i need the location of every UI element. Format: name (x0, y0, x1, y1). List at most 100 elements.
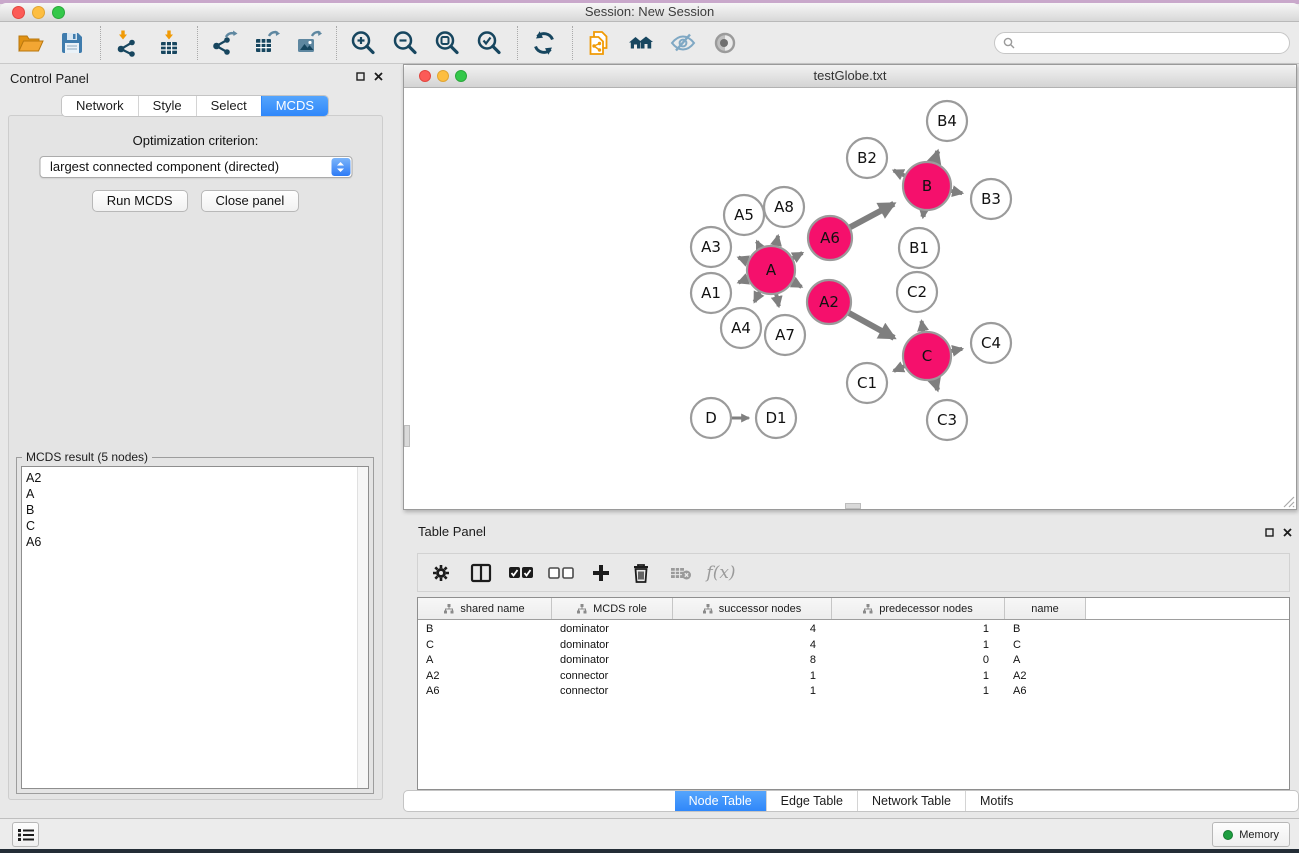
task-history-button[interactable] (12, 822, 39, 847)
cell-predecessor-nodes[interactable]: 1 (832, 638, 1005, 654)
cell-shared-name[interactable]: B (418, 622, 552, 638)
cell-mcds-role[interactable]: dominator (552, 653, 673, 669)
table-row[interactable]: Bdominator41B (418, 622, 1289, 638)
zoom-fit-button[interactable] (431, 27, 463, 59)
tab-network-table[interactable]: Network Table (857, 791, 965, 811)
network-minimize-button[interactable] (437, 70, 449, 82)
minimize-window-button[interactable] (32, 6, 45, 19)
cell-successor-nodes[interactable]: 4 (673, 638, 832, 654)
table-row[interactable]: Cdominator41C (418, 638, 1289, 654)
table-settings-button[interactable] (428, 560, 454, 586)
cell-predecessor-nodes[interactable]: 1 (832, 622, 1005, 638)
export-network-button[interactable] (208, 27, 240, 59)
list-icon (18, 828, 34, 842)
cell-name[interactable]: A2 (1005, 669, 1086, 685)
cell-predecessor-nodes[interactable]: 0 (832, 653, 1005, 669)
result-scrollbar[interactable] (357, 467, 368, 788)
close-panel-button[interactable]: Close panel (201, 190, 300, 212)
run-mcds-button[interactable]: Run MCDS (92, 190, 188, 212)
cell-predecessor-nodes[interactable]: 1 (832, 669, 1005, 685)
memory-button[interactable]: Memory (1212, 822, 1290, 847)
import-network-button[interactable] (111, 27, 143, 59)
column-header-predecessor-nodes[interactable]: predecessor nodes (832, 598, 1005, 619)
column-header-successor-nodes[interactable]: successor nodes (673, 598, 832, 619)
cell-mcds-role[interactable]: dominator (552, 622, 673, 638)
network-canvas[interactable]: AA1A2A3A4A5A6A7A8BB1B2B3B4CC1C2C3C4DD1 (404, 89, 1296, 509)
column-header-mcds-role[interactable]: MCDS role (552, 598, 673, 619)
column-header-shared-name[interactable]: shared name (418, 598, 552, 619)
zoom-selected-button[interactable] (473, 27, 505, 59)
clone-network-button[interactable] (583, 27, 615, 59)
cell-successor-nodes[interactable]: 1 (673, 684, 832, 700)
zoom-out-button[interactable] (389, 27, 421, 59)
toolbar-search[interactable] (994, 32, 1290, 54)
import-network-icon (113, 29, 141, 57)
search-input[interactable] (1020, 34, 1289, 52)
cell-shared-name[interactable]: A6 (418, 684, 552, 700)
table-row[interactable]: Adominator80A (418, 653, 1289, 669)
delete-column-button[interactable] (628, 560, 654, 586)
hide-selected-button[interactable] (667, 27, 699, 59)
cell-successor-nodes[interactable]: 8 (673, 653, 832, 669)
cell-shared-name[interactable]: C (418, 638, 552, 654)
cell-name[interactable]: A6 (1005, 684, 1086, 700)
open-session-button[interactable] (14, 27, 46, 59)
tab-mcds[interactable]: MCDS (261, 96, 328, 116)
table-panel-tabs: Node TableEdge TableNetwork TableMotifs (403, 790, 1299, 812)
tab-motifs[interactable]: Motifs (965, 791, 1027, 811)
zoom-window-button[interactable] (52, 6, 65, 19)
horizontal-scrollbar-thumb[interactable] (845, 503, 861, 509)
export-table-button[interactable] (250, 27, 282, 59)
cell-mcds-role[interactable]: dominator (552, 638, 673, 654)
network-close-button[interactable] (419, 70, 431, 82)
cell-mcds-role[interactable]: connector (552, 684, 673, 700)
toggle-columns-button[interactable] (468, 560, 494, 586)
mcds-result-list[interactable]: A2ABCA6 (21, 466, 369, 789)
import-table-button[interactable] (153, 27, 185, 59)
cell-name[interactable]: C (1005, 638, 1086, 654)
float-panel-icon[interactable] (356, 72, 365, 81)
result-item-b[interactable]: B (26, 502, 368, 518)
table-row[interactable]: A2connector11A2 (418, 669, 1289, 685)
tab-network[interactable]: Network (62, 96, 138, 116)
cell-predecessor-nodes[interactable]: 1 (832, 684, 1005, 700)
add-column-button[interactable] (588, 560, 614, 586)
delete-table-button[interactable] (668, 560, 694, 586)
vertical-scrollbar-thumb[interactable] (404, 425, 410, 447)
cell-successor-nodes[interactable]: 1 (673, 669, 832, 685)
cell-mcds-role[interactable]: connector (552, 669, 673, 685)
tab-node-table[interactable]: Node Table (675, 791, 766, 811)
refresh-view-button[interactable] (528, 27, 560, 59)
home-view-button[interactable] (625, 27, 657, 59)
criterion-dropdown[interactable]: largest connected component (directed) (39, 156, 352, 178)
close-table-panel-icon[interactable] (1283, 528, 1292, 537)
apply-function-button[interactable]: f(x) (708, 560, 734, 586)
close-window-button[interactable] (12, 6, 25, 19)
cell-shared-name[interactable]: A2 (418, 669, 552, 685)
network-zoom-button[interactable] (455, 70, 467, 82)
export-image-button[interactable] (292, 27, 324, 59)
table-row[interactable]: A6connector11A6 (418, 684, 1289, 700)
result-item-c[interactable]: C (26, 518, 368, 534)
column-header-name[interactable]: name (1005, 598, 1086, 619)
save-session-button[interactable] (56, 27, 88, 59)
tab-select[interactable]: Select (196, 96, 261, 116)
cell-successor-nodes[interactable]: 4 (673, 622, 832, 638)
float-table-panel-icon[interactable] (1265, 528, 1274, 537)
cell-name[interactable]: B (1005, 622, 1086, 638)
network-window-titlebar[interactable]: testGlobe.txt (404, 65, 1296, 88)
deselect-all-rows-button[interactable] (548, 560, 574, 586)
show-all-button[interactable] (709, 27, 741, 59)
cell-shared-name[interactable]: A (418, 653, 552, 669)
graph-node-label-A5: A5 (734, 206, 754, 224)
cell-name[interactable]: A (1005, 653, 1086, 669)
result-item-a6[interactable]: A6 (26, 534, 368, 550)
tab-style[interactable]: Style (138, 96, 196, 116)
result-item-a[interactable]: A (26, 486, 368, 502)
select-all-rows-button[interactable] (508, 560, 534, 586)
result-item-a2[interactable]: A2 (26, 470, 368, 486)
resize-grip-icon[interactable] (1280, 493, 1295, 508)
tab-edge-table[interactable]: Edge Table (766, 791, 857, 811)
close-panel-icon[interactable] (374, 72, 383, 81)
zoom-in-button[interactable] (347, 27, 379, 59)
